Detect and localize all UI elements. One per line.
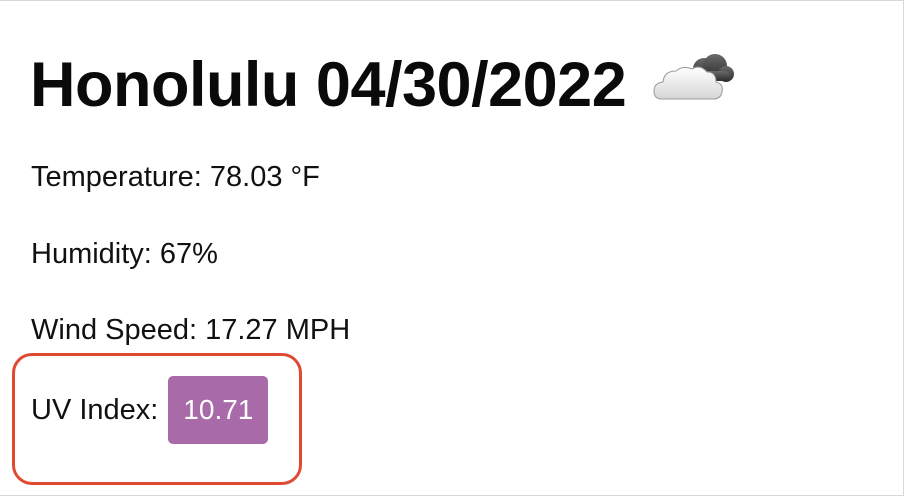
- wind-speed-text: Wind Speed: 17.27 MPH: [31, 314, 351, 346]
- city-date-title: Honolulu 04/30/2022: [30, 49, 627, 120]
- partly-cloudy-icon: [653, 54, 735, 100]
- humidity-text: Humidity: 67%: [31, 238, 218, 270]
- temperature-text: Temperature: 78.03 °F: [31, 161, 320, 193]
- uv-index-label: UV Index:: [31, 393, 159, 426]
- uv-index-row: UV Index: 10.71: [31, 376, 269, 444]
- city-header: Honolulu 04/30/2022: [30, 40, 736, 130]
- uv-index-badge: 10.71: [168, 376, 269, 444]
